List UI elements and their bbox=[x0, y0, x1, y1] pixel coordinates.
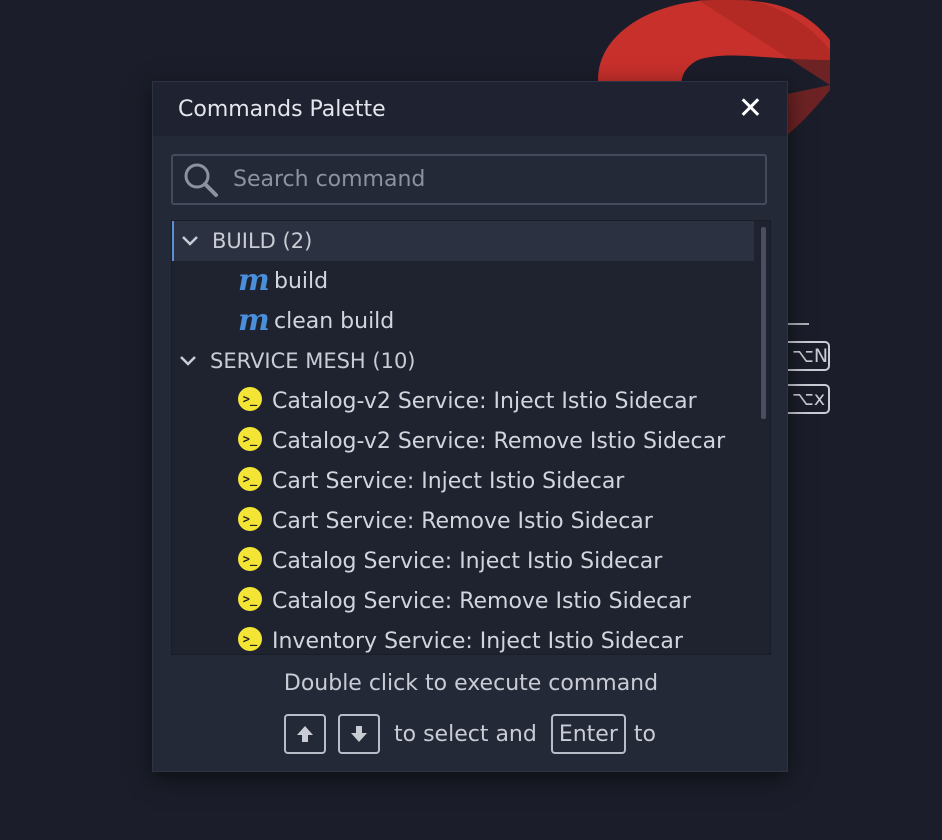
terminal-icon: >_ bbox=[238, 467, 262, 491]
terminal-icon: >_ bbox=[238, 627, 262, 651]
list-item[interactable]: >_ Catalog Service: Inject Istio Sidecar bbox=[172, 541, 770, 581]
list-item[interactable]: >_ Cart Service: Inject Istio Sidecar bbox=[172, 461, 770, 501]
footer-keys: to select and Enter to bbox=[153, 714, 789, 754]
item-label: Catalog-v2 Service: Inject Istio Sidecar bbox=[272, 388, 697, 414]
search-icon bbox=[184, 163, 218, 197]
command-list: BUILD (2) m build m clean build SERVICE … bbox=[171, 220, 771, 655]
footer-hint: Double click to execute command bbox=[283, 671, 659, 696]
item-label: Catalog-v2 Service: Remove Istio Sidecar bbox=[272, 428, 726, 454]
item-label: Catalog Service: Remove Istio Sidecar bbox=[272, 588, 691, 614]
list-item[interactable]: m clean build bbox=[172, 301, 770, 341]
item-label: build bbox=[274, 268, 329, 294]
arrow-up-icon bbox=[297, 726, 313, 742]
background-shortcut-key: ⌥N bbox=[786, 341, 830, 371]
commands-palette-dialog: Commands Palette ✕ BUILD (2) m build m c… bbox=[152, 81, 788, 772]
list-item[interactable]: >_ Cart Service: Remove Istio Sidecar bbox=[172, 501, 770, 541]
terminal-icon: >_ bbox=[238, 507, 262, 531]
arrow-up-key bbox=[284, 714, 326, 754]
group-service-mesh[interactable]: SERVICE MESH (10) bbox=[172, 341, 770, 381]
group-label: SERVICE MESH (10) bbox=[210, 349, 416, 373]
enter-key: Enter bbox=[550, 714, 626, 754]
arrow-down-icon bbox=[351, 726, 367, 742]
background-shortcut-key: ⌥x bbox=[786, 384, 830, 414]
scrollbar[interactable] bbox=[761, 227, 766, 419]
maven-icon: m bbox=[238, 263, 270, 298]
item-label: Cart Service: Remove Istio Sidecar bbox=[272, 508, 653, 534]
search-input[interactable] bbox=[233, 167, 733, 192]
terminal-icon: >_ bbox=[238, 547, 262, 571]
item-label: clean build bbox=[274, 308, 395, 334]
close-icon[interactable]: ✕ bbox=[738, 94, 763, 124]
group-build[interactable]: BUILD (2) bbox=[172, 221, 754, 261]
item-label: Cart Service: Inject Istio Sidecar bbox=[272, 468, 625, 494]
search-box[interactable] bbox=[171, 154, 767, 205]
arrow-down-key bbox=[338, 714, 380, 754]
list-item[interactable]: >_ Catalog-v2 Service: Inject Istio Side… bbox=[172, 381, 770, 421]
chevron-down-icon[interactable] bbox=[180, 231, 200, 251]
terminal-icon: >_ bbox=[238, 387, 262, 411]
item-label: Catalog Service: Inject Istio Sidecar bbox=[272, 548, 663, 574]
item-label: Inventory Service: Inject Istio Sidecar bbox=[272, 628, 683, 654]
list-item[interactable]: >_ Catalog-v2 Service: Remove Istio Side… bbox=[172, 421, 770, 461]
dialog-header: Commands Palette ✕ bbox=[153, 82, 787, 136]
list-item[interactable]: >_ Catalog Service: Remove Istio Sidecar bbox=[172, 581, 770, 621]
terminal-icon: >_ bbox=[238, 427, 262, 451]
maven-icon: m bbox=[238, 303, 270, 338]
footer-select-text: to select and bbox=[394, 721, 537, 747]
list-item[interactable]: >_ Inventory Service: Inject Istio Sidec… bbox=[172, 621, 770, 654]
group-label: BUILD (2) bbox=[212, 229, 313, 253]
list-item[interactable]: m build bbox=[172, 261, 770, 301]
dialog-title: Commands Palette bbox=[178, 96, 386, 122]
terminal-icon: >_ bbox=[238, 587, 262, 611]
background-divider bbox=[788, 323, 809, 325]
footer-to-text: to bbox=[633, 721, 656, 747]
chevron-down-icon[interactable] bbox=[178, 351, 198, 371]
